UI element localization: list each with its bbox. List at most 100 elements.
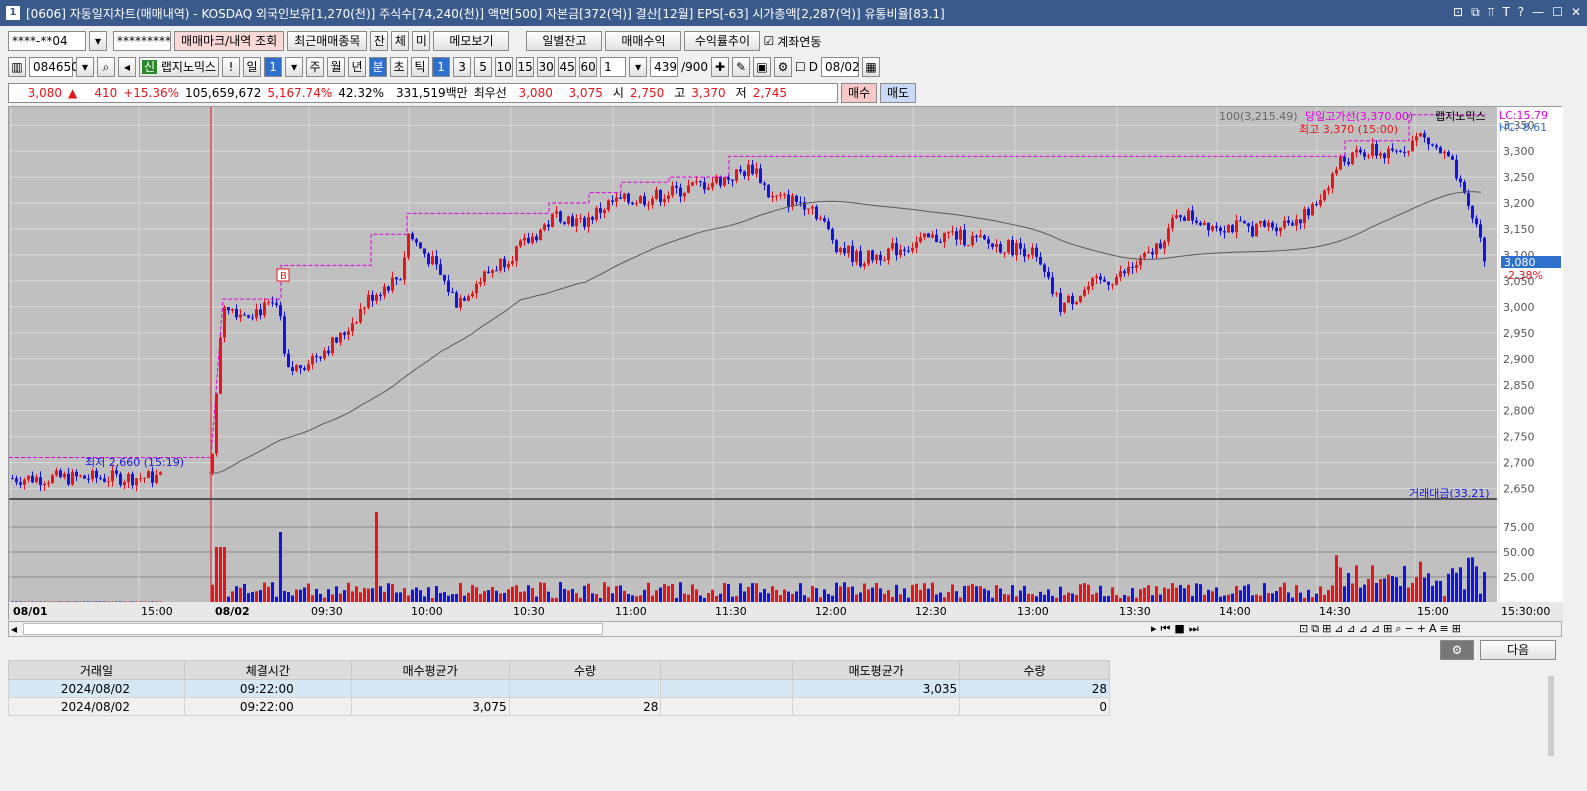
scroll-thumb[interactable] — [23, 623, 603, 635]
scroll-left-icon[interactable]: ◂ — [11, 622, 17, 636]
candlestick-chart[interactable]: 3,3503,3003,2503,2003,1503,1003,0503,000… — [9, 107, 1563, 621]
font-icon[interactable]: T — [1502, 5, 1509, 20]
volume-bar — [231, 591, 234, 602]
interval-1-button[interactable]: 1 — [432, 57, 451, 77]
chart-panel[interactable]: 3,350 3,300 3,250 3,200 3,150 3,100 3,050 3,000… — [8, 106, 1563, 621]
maximize-button[interactable]: ☐ — [1552, 5, 1563, 20]
volume-bar — [959, 597, 962, 602]
candle-body — [319, 357, 322, 359]
volume-bar — [1247, 584, 1250, 602]
d-checkbox[interactable]: ☐ — [795, 60, 806, 74]
candle-body — [511, 260, 514, 264]
speaker-icon[interactable]: ◂ — [118, 57, 136, 77]
candle-body — [23, 479, 26, 485]
candle-body — [535, 236, 538, 241]
code-dropdown[interactable]: ▾ — [76, 57, 94, 77]
restore-icon[interactable]: ⊡ — [1453, 5, 1463, 20]
settings-icon[interactable]: ⚙ — [774, 57, 793, 77]
memo-button[interactable]: 메모보기 — [433, 31, 510, 51]
account-input[interactable]: ****-**04 — [8, 31, 86, 51]
interval-dropdown[interactable]: ▾ — [629, 57, 648, 77]
volume-bar — [863, 583, 866, 602]
volume-bar — [1347, 572, 1350, 602]
interval-15-button[interactable]: 15 — [516, 57, 535, 77]
password-input[interactable]: ********* — [113, 31, 171, 51]
return-trend-button[interactable]: 수익률추이 — [684, 31, 761, 51]
search-icon[interactable]: ⌕ — [97, 57, 115, 77]
warning-icon[interactable]: ! — [222, 57, 241, 77]
save-icon[interactable]: ▣ — [753, 57, 772, 77]
tab-balance[interactable]: 잔 — [370, 31, 389, 51]
interval-10-button[interactable]: 10 — [495, 57, 514, 77]
candle-body — [691, 182, 694, 186]
interval-45-button[interactable]: 45 — [558, 57, 577, 77]
candle-body — [1411, 140, 1414, 152]
volume-bar — [583, 585, 586, 602]
period-day-button[interactable]: 일 — [243, 57, 262, 77]
close-button[interactable]: ✕ — [1571, 5, 1581, 20]
date-input[interactable]: 08/02 — [821, 57, 860, 77]
crosshair-icon[interactable]: ✚ — [711, 57, 730, 77]
interval-3-button[interactable]: 3 — [453, 57, 472, 77]
interval-5-button[interactable]: 5 — [474, 57, 493, 77]
volume-bar — [383, 591, 386, 602]
candle-body — [1135, 264, 1138, 268]
volume-bar — [727, 584, 730, 602]
candle-body — [559, 211, 562, 222]
candle-body — [1323, 190, 1326, 200]
trade-profit-button[interactable]: 매매수익 — [605, 31, 682, 51]
chart-type-icon[interactable]: ▥ — [8, 57, 26, 77]
trade-mark-button[interactable]: 매매마크/내역 조회 — [174, 31, 285, 51]
buy-button[interactable]: 매수 — [841, 83, 877, 103]
account-dropdown[interactable]: ▾ — [89, 31, 107, 51]
tab-pending[interactable]: 미 — [412, 31, 431, 51]
volume-bar — [107, 601, 110, 602]
stock-name-field[interactable]: 신 랩지노믹스 — [139, 57, 220, 77]
period-second-button[interactable]: 초 — [390, 57, 409, 77]
period-minute-button[interactable]: 분 — [369, 57, 388, 77]
candle-body — [563, 221, 566, 224]
interval-60-button[interactable]: 60 — [579, 57, 598, 77]
help-icon[interactable]: ? — [1518, 5, 1524, 20]
account-link-checkbox[interactable]: ☑ — [763, 34, 774, 48]
x-tick-label: 15:00 — [1417, 605, 1449, 618]
period-year-button[interactable]: 년 — [348, 57, 367, 77]
day-count-dropdown[interactable]: ▾ — [285, 57, 304, 77]
grid-settings-button[interactable]: ⚙ — [1440, 640, 1474, 660]
grid-scrollbar[interactable] — [1548, 676, 1554, 756]
day-count-input[interactable]: 1 — [264, 57, 283, 77]
cascade-icon[interactable]: ⧉ — [1471, 5, 1480, 20]
chart-scrollbar[interactable]: ◂ ▸⏮■⏭ ⊡⧉⊞⊿⊿⊿⊿⊞⌕−+A≡⊞ — [8, 621, 1562, 637]
volume-bar — [1155, 586, 1158, 602]
candle-body — [611, 200, 614, 202]
period-tick-button[interactable]: 틱 — [411, 57, 430, 77]
table-row[interactable]: 2024/08/02 09:22:00 3,035 28 — [8, 679, 1110, 698]
candle-body — [915, 241, 918, 248]
table-row[interactable]: 2024/08/02 09:22:00 3,075 28 0 — [8, 697, 1110, 716]
period-month-button[interactable]: 월 — [327, 57, 346, 77]
candle-body — [1075, 301, 1078, 305]
count-input[interactable]: 439 — [650, 57, 679, 77]
candle-body — [379, 294, 382, 296]
stock-code-input[interactable]: 084650 — [29, 57, 79, 77]
period-week-button[interactable]: 주 — [306, 57, 325, 77]
candle-body — [267, 302, 270, 304]
calendar-icon[interactable]: ▦ — [862, 57, 881, 77]
daily-balance-button[interactable]: 일별잔고 — [526, 31, 603, 51]
volume-bar — [1443, 596, 1446, 602]
tab-executed[interactable]: 체 — [391, 31, 410, 51]
candle-body — [107, 481, 110, 483]
window-title: [0606] 자동일지차트(매매내역) - KOSDAQ 외국인보유[1,270… — [26, 6, 945, 21]
interval-input[interactable]: 1 — [600, 57, 627, 77]
drawing-tools[interactable]: ⊡⧉⊞⊿⊿⊿⊿⊞⌕−+A≡⊞ — [1299, 622, 1464, 636]
minimize-button[interactable]: — — [1532, 5, 1544, 20]
playback-controls[interactable]: ▸⏮■⏭ — [1151, 622, 1203, 636]
candle-body — [875, 254, 878, 261]
next-button[interactable]: 다음 — [1480, 640, 1556, 660]
interval-30-button[interactable]: 30 — [537, 57, 556, 77]
candle-body — [359, 308, 362, 323]
sell-button[interactable]: 매도 — [880, 83, 916, 103]
recent-trades-button[interactable]: 최근매매종목 — [287, 31, 368, 51]
pin-icon[interactable]: ⫪ — [1488, 5, 1495, 20]
draw-icon[interactable]: ✎ — [732, 57, 751, 77]
